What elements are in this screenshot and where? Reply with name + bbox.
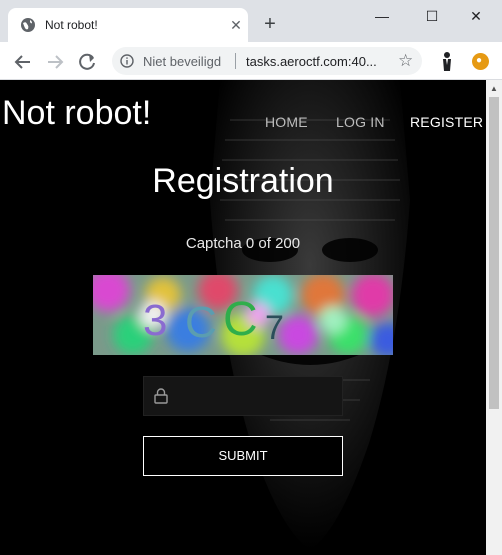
page-title: Registration — [152, 162, 334, 200]
url-text[interactable]: tasks.aeroctf.com:40... — [246, 54, 377, 69]
address-bar[interactable]: Niet beveiligd tasks.aeroctf.com:40... ☆ — [112, 47, 422, 75]
globe-icon — [21, 18, 35, 32]
profile-icon[interactable]: ● — [472, 53, 489, 70]
info-icon[interactable] — [120, 54, 134, 68]
captcha-char: C — [223, 293, 258, 346]
divider — [235, 53, 236, 69]
maximize-icon[interactable]: ☐ — [418, 8, 446, 24]
scroll-up-arrow[interactable]: ▲ — [490, 84, 498, 93]
browser-toolbar: Niet beveiligd tasks.aeroctf.com:40... ☆… — [0, 42, 502, 80]
close-icon[interactable]: ✕ — [228, 17, 244, 33]
browser-tab-strip: Not robot! ✕ + — ☐ ✕ — [0, 0, 502, 42]
new-tab-button[interactable]: + — [260, 14, 280, 34]
page-viewport: Not robot! HOME LOG IN REGISTER Registra… — [0, 80, 486, 555]
submit-button[interactable]: SUBMIT — [143, 436, 343, 476]
captcha-char: 7 — [265, 309, 284, 347]
captcha-image: 3 C C 7 — [93, 275, 393, 355]
captcha-input[interactable] — [180, 383, 338, 409]
lock-icon — [154, 388, 168, 404]
captcha-characters: 3 C C 7 — [143, 293, 284, 347]
forward-icon[interactable] — [44, 51, 66, 73]
scrollbar[interactable]: ▲ — [486, 80, 502, 555]
captcha-char: 3 — [143, 296, 167, 345]
minimize-icon[interactable]: — — [368, 8, 396, 24]
window-close-icon[interactable]: ✕ — [462, 8, 490, 24]
nav-login[interactable]: LOG IN — [336, 114, 385, 130]
extension-icon[interactable] — [440, 51, 454, 73]
scrollbar-thumb[interactable] — [489, 97, 499, 409]
browser-tab[interactable]: Not robot! ✕ — [8, 8, 248, 42]
nav-register[interactable]: REGISTER — [410, 114, 483, 130]
star-icon[interactable]: ☆ — [398, 51, 413, 71]
nav-home[interactable]: HOME — [265, 114, 308, 130]
captcha-input-field[interactable] — [143, 376, 343, 416]
back-icon[interactable] — [12, 51, 34, 73]
tab-title: Not robot! — [45, 18, 98, 32]
reload-icon[interactable] — [76, 51, 98, 73]
security-label[interactable]: Niet beveiligd — [143, 54, 221, 69]
site-brand[interactable]: Not robot! — [2, 94, 151, 133]
captcha-char: C — [185, 298, 217, 347]
captcha-counter: Captcha 0 of 200 — [185, 235, 301, 252]
